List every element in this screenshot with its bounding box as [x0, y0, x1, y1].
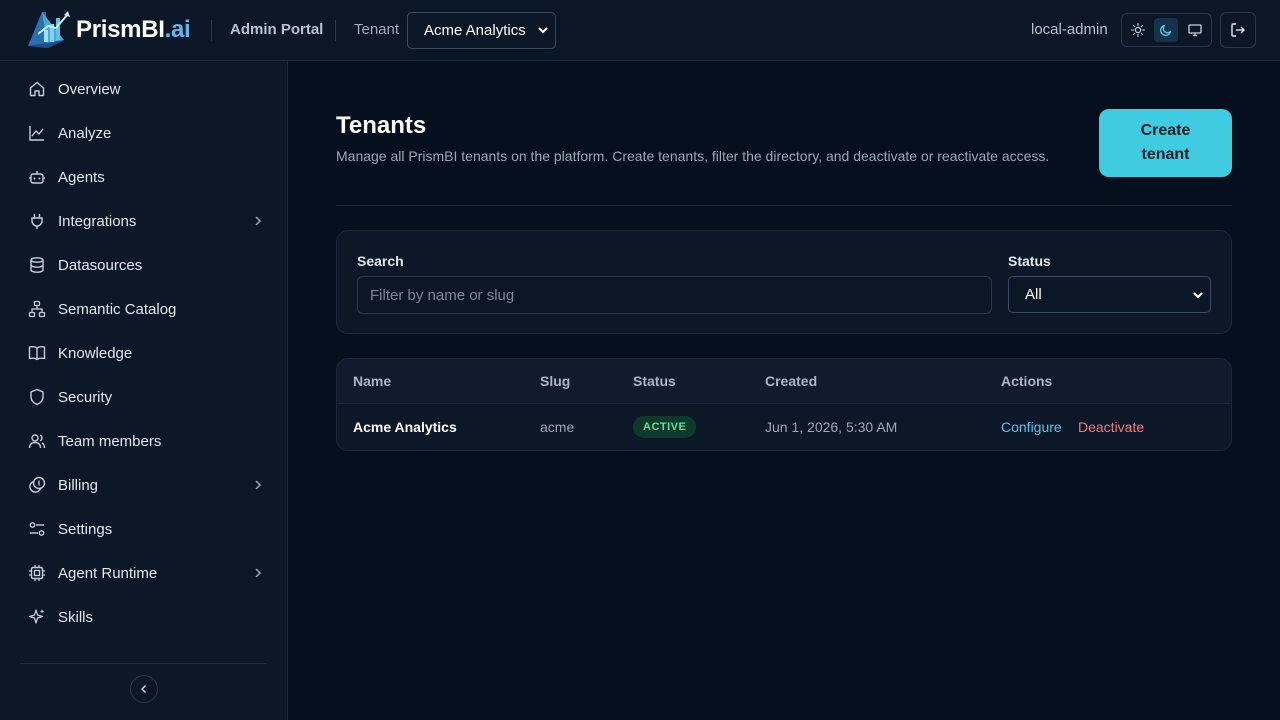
- sliders-icon: [29, 522, 45, 536]
- users-icon: [28, 434, 46, 449]
- sidebar-item-label: Agents: [58, 169, 105, 186]
- sidebar-item-agents[interactable]: Agents: [20, 159, 270, 195]
- sidebar-item-label: Overview: [58, 81, 121, 98]
- deactivate-link[interactable]: Deactivate: [1078, 419, 1144, 435]
- sidebar-item-knowledge[interactable]: Knowledge: [20, 335, 270, 371]
- cpu-icon: [29, 565, 45, 581]
- sun-icon: [1131, 23, 1145, 37]
- theme-dark-button[interactable]: [1154, 18, 1178, 42]
- status-label: Status: [1008, 253, 1051, 269]
- sidebar-item-label: Team members: [58, 433, 162, 450]
- header-divider: [335, 20, 336, 41]
- tenant-name: Acme Analytics: [353, 419, 457, 435]
- chevron-right-icon: [255, 568, 262, 578]
- book-icon: [28, 346, 46, 361]
- header-divider: [211, 20, 212, 41]
- tenant-select-value: Acme Analytics: [424, 22, 526, 39]
- tenant-created: Jun 1, 2026, 5:30 AM: [765, 419, 898, 435]
- chevron-down-icon: [538, 27, 548, 34]
- bot-icon: [29, 171, 45, 184]
- section-divider: [336, 205, 1232, 206]
- search-input[interactable]: [357, 276, 992, 314]
- sidebar-item-label: Knowledge: [58, 345, 133, 362]
- user-name: local-admin: [1031, 21, 1108, 38]
- column-header-name[interactable]: Name: [353, 373, 391, 389]
- shield-icon: [30, 388, 44, 406]
- line-chart-icon: [29, 126, 44, 141]
- sidebar-item-semantic-catalog[interactable]: Semantic Catalog: [20, 291, 270, 327]
- sidebar-item-skills[interactable]: Skills: [20, 599, 270, 635]
- filter-panel: Search Status All: [336, 230, 1232, 334]
- tenant-select[interactable]: Acme Analytics: [407, 12, 556, 49]
- sidebar-item-team-members[interactable]: Team members: [20, 423, 270, 459]
- page-title: Tenants: [336, 112, 427, 139]
- sidebar-item-agent-runtime[interactable]: Agent Runtime: [20, 555, 270, 591]
- theme-switcher: [1121, 13, 1212, 47]
- logout-button[interactable]: [1220, 12, 1256, 48]
- sidebar-item-analyze[interactable]: Analyze: [20, 115, 270, 151]
- column-header-created[interactable]: Created: [765, 373, 817, 389]
- brand-main: PrismBI: [76, 16, 165, 43]
- configure-link[interactable]: Configure: [1001, 419, 1062, 435]
- hierarchy-icon: [28, 300, 46, 318]
- logout-icon: [1231, 23, 1245, 37]
- create-tenant-button[interactable]: Create tenant: [1099, 109, 1232, 177]
- chevron-right-icon: [255, 216, 262, 226]
- collapse-sidebar-button[interactable]: [130, 675, 158, 703]
- portal-label: Admin Portal: [230, 21, 324, 38]
- sidebar-item-label: Analyze: [58, 125, 112, 142]
- sidebar-item-integrations[interactable]: Integrations: [20, 203, 270, 239]
- status-select-value: All: [1025, 286, 1042, 303]
- sidebar-item-label: Billing: [58, 477, 99, 494]
- database-icon: [30, 257, 44, 273]
- plug-icon: [31, 214, 43, 229]
- sidebar-item-security[interactable]: Security: [20, 379, 270, 415]
- sidebar-item-settings[interactable]: Settings: [20, 511, 270, 547]
- home-icon: [29, 81, 45, 97]
- sidebar-item-label: Semantic Catalog: [58, 301, 177, 318]
- theme-system-button[interactable]: [1183, 18, 1207, 42]
- search-label: Search: [357, 253, 404, 269]
- sidebar-item-label: Security: [58, 389, 113, 406]
- sidebar-item-label: Agent Runtime: [58, 565, 158, 582]
- sidebar-item-label: Skills: [58, 609, 94, 626]
- status-badge: ACTIVE: [633, 416, 697, 438]
- sidebar-item-datasources[interactable]: Datasources: [20, 247, 270, 283]
- monitor-icon: [1188, 24, 1202, 37]
- prism-logo-icon[interactable]: [24, 8, 72, 52]
- page-description: Manage all PrismBI tenants on the platfo…: [336, 148, 1050, 164]
- column-header-status[interactable]: Status: [633, 373, 676, 389]
- chevron-left-icon: [140, 684, 147, 694]
- coins-icon: [29, 476, 46, 493]
- sidebar-item-label: Integrations: [58, 213, 137, 230]
- tenant-label: Tenant: [354, 21, 400, 38]
- sparkles-icon: [28, 609, 45, 624]
- sidebar-item-label: Settings: [58, 521, 113, 538]
- tenants-table: Name Slug Status Created Actions Acme An…: [336, 358, 1232, 451]
- column-header-actions: Actions: [1001, 373, 1053, 389]
- sidebar-item-billing[interactable]: Billing: [20, 467, 270, 503]
- brand-suffix: .ai: [164, 16, 191, 43]
- sidebar-item-label: Datasources: [58, 257, 143, 274]
- theme-light-button[interactable]: [1126, 18, 1150, 42]
- tenant-slug: acme: [540, 419, 575, 435]
- chevron-down-icon: [1193, 292, 1203, 299]
- top-header: PrismBI.ai Admin Portal Tenant Acme Anal…: [0, 0, 1280, 61]
- moon-icon: [1159, 24, 1172, 37]
- chevron-right-icon: [255, 480, 262, 490]
- brand-name[interactable]: PrismBI.ai: [76, 16, 191, 44]
- sidebar-divider: [20, 663, 267, 664]
- column-header-slug[interactable]: Slug: [540, 373, 570, 389]
- status-select[interactable]: All: [1008, 276, 1211, 313]
- sidebar: Overview Analyze Agents Integrations Dat…: [0, 61, 288, 720]
- sidebar-item-overview[interactable]: Overview: [20, 71, 270, 107]
